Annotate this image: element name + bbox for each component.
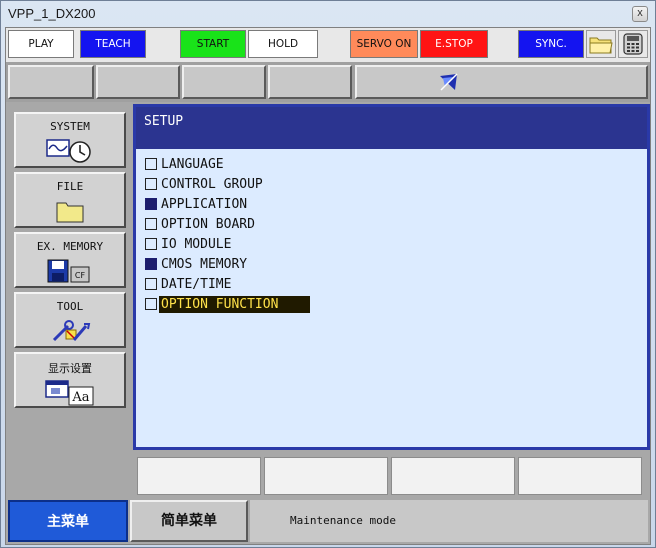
checkbox	[145, 298, 157, 310]
sync-button[interactable]: SYNC.	[518, 30, 584, 58]
menu-tool[interactable]: TOOL	[14, 292, 126, 348]
list-item-label: OPTION BOARD	[161, 216, 255, 232]
setup-item-io-module[interactable]: IO MODULE	[145, 234, 310, 254]
close-button[interactable]: x	[632, 6, 648, 22]
menu-tool-label: TOOL	[56, 300, 84, 313]
function-row	[6, 62, 650, 102]
checkbox	[145, 258, 157, 270]
status-bar: 主菜单 简单菜单 Maintenance mode	[6, 500, 650, 544]
function-key-2[interactable]	[96, 65, 180, 99]
function-key-4[interactable]	[268, 65, 352, 99]
function-key-1[interactable]	[8, 65, 94, 99]
list-item-label: OPTION FUNCTION	[159, 295, 311, 313]
checkbox	[145, 278, 157, 290]
setup-list: LANGUAGE CONTROL GROUP APPLICATION OPTIO…	[145, 154, 311, 314]
main-menu-button[interactable]: 主菜单	[8, 500, 128, 542]
menu-system-label: SYSTEM	[50, 120, 90, 133]
setup-panel: SETUP LANGUAGE CONTROL GROUP APPLICATION…	[133, 104, 650, 450]
memory-card-icon: CF	[16, 258, 124, 284]
folder-icon[interactable]	[586, 30, 616, 58]
servo-on-button[interactable]: SERVO ON	[350, 30, 418, 58]
menu-file[interactable]: FILE	[14, 172, 126, 228]
checkbox	[145, 198, 157, 210]
softkey-4[interactable]	[518, 457, 642, 495]
checkbox	[145, 158, 157, 170]
menu-ex-memory[interactable]: EX. MEMORY CF	[14, 232, 126, 288]
status-indicator-panel	[355, 65, 648, 99]
folder-icon	[16, 198, 124, 224]
setup-item-language[interactable]: LANGUAGE	[145, 154, 310, 174]
setup-item-option-board[interactable]: OPTION BOARD	[145, 214, 310, 234]
checkbox	[145, 238, 157, 250]
status-message: Maintenance mode	[250, 500, 648, 542]
menu-display-settings[interactable]: 显示设置 Aa	[14, 352, 126, 408]
list-item-label: DATE/TIME	[161, 276, 232, 292]
app-window: VPP_1_DX200 x PLAY TEACH START HOLD SERV…	[0, 0, 656, 548]
left-menu: SYSTEM FILE EX. MEMORY CF TOOL 显示设置 Aa	[6, 104, 130, 500]
window-title: VPP_1_DX200	[8, 6, 96, 21]
function-key-3[interactable]	[182, 65, 266, 99]
pendant-client: PLAY TEACH START HOLD SERVO ON E.STOP SY…	[5, 27, 651, 545]
setup-item-control-group[interactable]: CONTROL GROUP	[145, 174, 310, 194]
teach-button[interactable]: TEACH	[80, 30, 146, 58]
system-clock-icon	[16, 138, 124, 164]
play-button[interactable]: PLAY	[8, 30, 74, 58]
list-item-label: APPLICATION	[161, 196, 248, 212]
setup-item-cmos-memory[interactable]: CMOS MEMORY	[145, 254, 310, 274]
softkey-3[interactable]	[391, 457, 515, 495]
softkey-row	[133, 452, 650, 498]
mode-toolbar: PLAY TEACH START HOLD SERVO ON E.STOP SY…	[6, 28, 650, 62]
softkey-1[interactable]	[137, 457, 261, 495]
pendant-icon[interactable]	[618, 30, 648, 58]
list-item-label: CMOS MEMORY	[161, 256, 248, 272]
tools-icon	[16, 318, 124, 344]
start-button[interactable]: START	[180, 30, 246, 58]
setup-item-application[interactable]: APPLICATION	[145, 194, 310, 214]
teach-mode-icon	[440, 73, 458, 91]
svg-text:CF: CF	[75, 271, 86, 280]
checkbox	[145, 218, 157, 230]
simple-menu-button[interactable]: 简单菜单	[130, 500, 248, 542]
softkey-2[interactable]	[264, 457, 388, 495]
list-item-label: CONTROL GROUP	[161, 176, 263, 192]
checkbox	[145, 178, 157, 190]
menu-file-label: FILE	[56, 180, 84, 193]
setup-item-option-function[interactable]: OPTION FUNCTION	[145, 294, 311, 314]
page-title: SETUP	[136, 107, 647, 149]
menu-system[interactable]: SYSTEM	[14, 112, 126, 168]
list-item-label: IO MODULE	[161, 236, 232, 252]
menu-ex-memory-label: EX. MEMORY	[36, 240, 104, 253]
menu-display-settings-label: 显示设置	[48, 362, 92, 375]
display-settings-icon: Aa	[16, 378, 124, 406]
svg-text:Aa: Aa	[71, 390, 89, 405]
estop-button[interactable]: E.STOP	[420, 30, 488, 58]
hold-button[interactable]: HOLD	[248, 30, 318, 58]
setup-item-date-time[interactable]: DATE/TIME	[145, 274, 310, 294]
list-item-label: LANGUAGE	[161, 156, 224, 172]
